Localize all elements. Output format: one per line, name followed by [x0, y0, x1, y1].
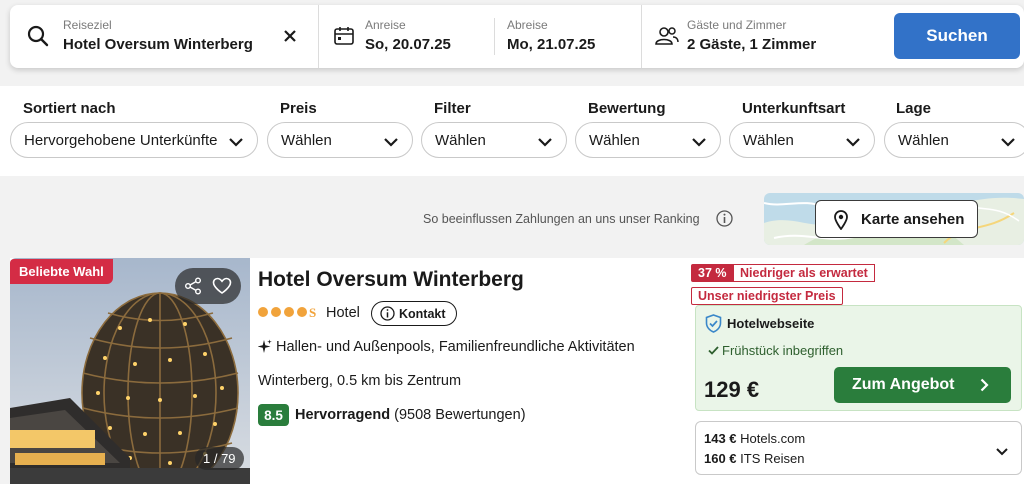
view-map-label: Karte ansehen: [861, 210, 965, 228]
clear-icon[interactable]: [284, 29, 296, 47]
heart-icon[interactable]: [212, 277, 232, 300]
rating-count: (9508 Bewertungen): [394, 407, 526, 423]
filter-label-rating: Bewertung: [588, 100, 666, 117]
amenities-text: Hallen- und Außenpools, Familienfreundli…: [276, 339, 635, 355]
offer-provider: Hotels.com: [740, 431, 806, 446]
location-select-value: Wählen: [898, 131, 949, 149]
check-icon: [708, 346, 719, 355]
destination-value: Hotel Oversum Winterberg: [63, 36, 253, 53]
deal-provider: Hotelwebseite: [727, 316, 815, 331]
discount-text-tag: Niedriger als erwartet: [733, 264, 875, 282]
hotel-type: Hotel: [326, 305, 360, 321]
checkin-label: Anreise: [365, 18, 406, 32]
offer-price: 143 €: [704, 431, 737, 446]
star-icon: [284, 307, 294, 317]
discount-tag: 37 %: [691, 264, 734, 282]
map-pin-icon: [834, 210, 848, 234]
star-icon: [297, 307, 307, 317]
offer-row: 160 € ITS Reisen: [704, 451, 804, 466]
checkin-value: So, 20.07.25: [365, 36, 451, 53]
guests-label: Gäste und Zimmer: [687, 18, 787, 32]
type-select[interactable]: Wählen: [729, 122, 875, 158]
search-button[interactable]: Suchen: [894, 13, 1020, 59]
info-icon[interactable]: [716, 210, 733, 232]
hotel-name[interactable]: Hotel Oversum Winterberg: [258, 268, 524, 292]
search-icon: [27, 25, 49, 52]
guests-field[interactable]: Gäste und Zimmer 2 Gäste, 1 Zimmer: [642, 5, 882, 68]
calendar-icon: [334, 27, 354, 50]
chevron-down-icon: [692, 134, 706, 151]
rating-select[interactable]: Wählen: [575, 122, 721, 158]
filter-label-location: Lage: [896, 100, 932, 117]
filter-select-value: Wählen: [435, 131, 486, 149]
sort-select[interactable]: Hervorgehobene Unterkünfte: [10, 122, 258, 158]
chevron-down-icon: [1001, 134, 1015, 151]
shield-check-icon: [705, 314, 722, 338]
breakfast-text: Frühstück inbegriffen: [722, 343, 844, 358]
chevron-down-icon: [846, 134, 860, 151]
filter-select[interactable]: Wählen: [421, 122, 567, 158]
view-deal-label: Zum Angebot: [852, 376, 955, 393]
view-map-button[interactable]: Karte ansehen: [815, 200, 978, 238]
contact-label: Kontakt: [399, 306, 446, 321]
offer-provider: ITS Reisen: [740, 451, 805, 466]
chevron-down-icon[interactable]: [996, 443, 1008, 461]
filter-label-price: Preis: [280, 100, 317, 117]
star-icon: [271, 307, 281, 317]
offer-price: 160 €: [704, 451, 737, 466]
stars-suffix: S: [309, 305, 317, 320]
checkin-field[interactable]: Anreise So, 20.07.25: [319, 5, 494, 68]
breakfast-info: Frühstück inbegriffen: [708, 343, 843, 358]
price-select[interactable]: Wählen: [267, 122, 413, 158]
filter-label-sort: Sortiert nach: [23, 100, 116, 117]
offer-row: 143 € Hotels.com: [704, 431, 805, 446]
location-select[interactable]: Wählen: [884, 122, 1024, 158]
price-select-value: Wählen: [281, 131, 332, 149]
rating-summary[interactable]: Hervorragend (9508 Bewertungen): [295, 407, 526, 423]
popular-badge: Beliebte Wahl: [10, 259, 113, 284]
chevron-down-icon: [384, 134, 398, 151]
deal-price: 129 €: [704, 377, 760, 402]
chevron-down-icon: [229, 134, 243, 151]
checkout-value: Mo, 21.07.25: [507, 36, 596, 53]
ranking-note: So beeinflussen Zahlungen an uns unser R…: [423, 212, 700, 226]
guests-value: 2 Gäste, 1 Zimmer: [687, 36, 817, 53]
star-icon: [258, 307, 268, 317]
chevron-right-icon: [980, 378, 989, 397]
checkout-label: Abreise: [507, 18, 548, 32]
star-rating: [258, 307, 307, 317]
contact-button[interactable]: Kontakt: [371, 301, 457, 326]
other-offers[interactable]: [695, 421, 1022, 475]
view-deal-button[interactable]: Zum Angebot: [834, 367, 1011, 403]
checkout-field[interactable]: Abreise Mo, 21.07.25: [495, 5, 641, 68]
destination-label: Reiseziel: [63, 18, 112, 32]
filter-label-type: Unterkunftsart: [742, 100, 846, 117]
rating-word: Hervorragend: [295, 407, 391, 423]
photo-actions: [175, 268, 241, 304]
destination-field[interactable]: Reiseziel Hotel Oversum Winterberg: [10, 5, 318, 68]
guests-icon: [655, 26, 679, 51]
info-icon: [380, 306, 395, 324]
rating-score: 8.5: [258, 404, 289, 426]
chevron-down-icon: [538, 134, 552, 151]
type-select-value: Wählen: [743, 131, 794, 149]
photo-counter: 1 / 79: [195, 447, 244, 470]
sort-select-value: Hervorgehobene Unterkünfte: [24, 131, 218, 149]
rating-select-value: Wählen: [589, 131, 640, 149]
location-text: Winterberg, 0.5 km bis Zentrum: [258, 373, 462, 389]
share-icon[interactable]: [184, 277, 202, 300]
sparkle-icon: [257, 339, 272, 360]
filter-label-filter: Filter: [434, 100, 471, 117]
lowest-price-tag: Unser niedrigster Preis: [691, 287, 843, 305]
search-bar: Reiseziel Hotel Oversum Winterberg Anrei…: [10, 5, 1024, 68]
